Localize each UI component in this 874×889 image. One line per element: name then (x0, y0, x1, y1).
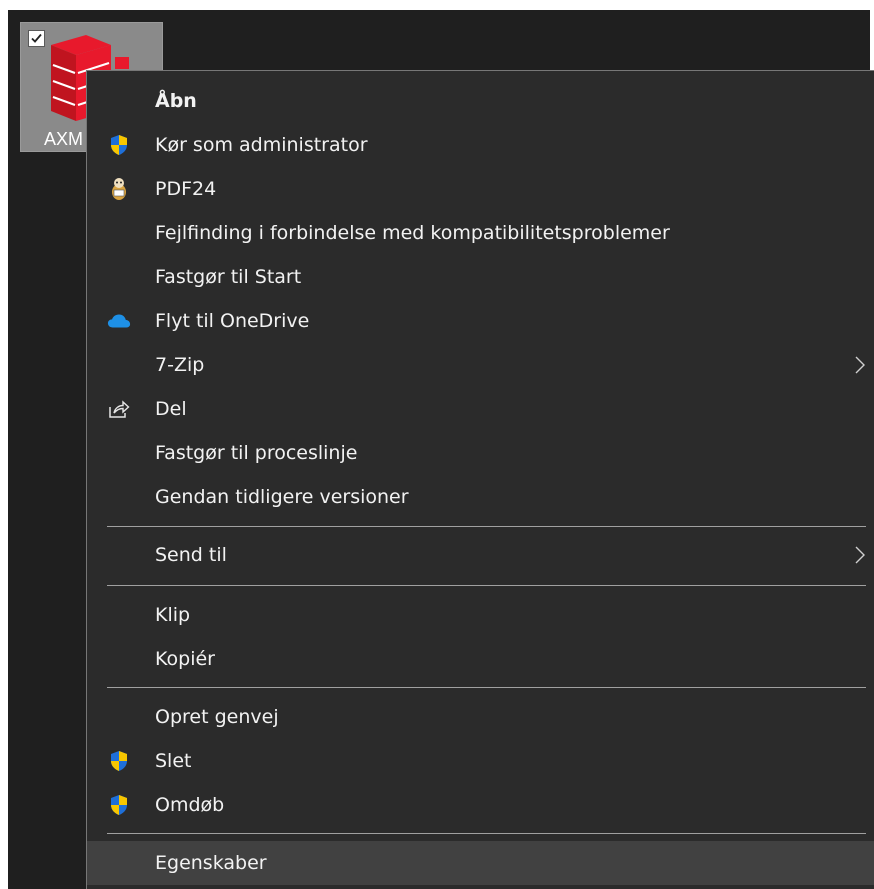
menu-item-7zip[interactable]: 7-Zip (87, 343, 874, 387)
menu-item-pdf24[interactable]: PDF24 (87, 167, 874, 211)
menu-item-restore-previous-versions[interactable]: Gendan tidligere versioner (87, 475, 874, 519)
menu-item-label: Gendan tidligere versioner (155, 486, 409, 508)
menu-item-label: Egenskaber (155, 852, 267, 874)
menu-item-run-as-admin[interactable]: Kør som administrator (87, 123, 874, 167)
menu-item-troubleshoot-compatibility[interactable]: Fejlfinding i forbindelse med kompatibil… (87, 211, 874, 255)
menu-item-properties[interactable]: Egenskaber (87, 841, 874, 885)
chevron-right-icon (855, 356, 865, 374)
onedrive-cloud-icon (107, 309, 131, 333)
menu-item-cut[interactable]: Klip (87, 593, 874, 637)
menu-item-label: Omdøb (155, 794, 225, 816)
menu-separator (107, 833, 866, 834)
menu-separator (107, 585, 866, 586)
uac-shield-icon (107, 793, 131, 817)
menu-item-label: Fastgør til proceslinje (155, 442, 358, 464)
menu-item-label: Send til (155, 544, 227, 566)
menu-item-label: Åbn (155, 90, 197, 112)
menu-item-label: 7-Zip (155, 354, 205, 376)
menu-item-send-to[interactable]: Send til (87, 533, 874, 577)
pdf24-icon (107, 177, 131, 201)
menu-item-pin-to-start[interactable]: Fastgør til Start (87, 255, 874, 299)
menu-item-label: Flyt til OneDrive (155, 310, 310, 332)
uac-shield-icon (107, 133, 131, 157)
menu-item-open[interactable]: Åbn (87, 79, 874, 123)
menu-item-delete[interactable]: Slet (87, 739, 874, 783)
menu-item-share[interactable]: Del (87, 387, 874, 431)
menu-item-label: Fastgør til Start (155, 266, 302, 288)
menu-separator (107, 526, 866, 527)
context-menu: Åbn Kør som administrator PDF24 Fejlfind… (86, 70, 874, 889)
menu-item-copy[interactable]: Kopiér (87, 637, 874, 681)
menu-item-label: Kopiér (155, 648, 215, 670)
chevron-right-icon (855, 546, 865, 564)
menu-item-create-shortcut[interactable]: Opret genvej (87, 695, 874, 739)
menu-item-move-to-onedrive[interactable]: Flyt til OneDrive (87, 299, 874, 343)
menu-item-label: Kør som administrator (155, 134, 368, 156)
menu-item-label: Klip (155, 604, 191, 626)
menu-item-label: Del (155, 398, 187, 420)
share-icon (107, 397, 131, 421)
menu-item-label: PDF24 (155, 178, 217, 200)
menu-item-label: Fejlfinding i forbindelse med kompatibil… (155, 222, 670, 244)
uac-shield-icon (107, 749, 131, 773)
menu-item-label: Opret genvej (155, 706, 279, 728)
menu-separator (107, 687, 866, 688)
menu-item-label: Slet (155, 750, 192, 772)
menu-item-rename[interactable]: Omdøb (87, 783, 874, 827)
menu-item-pin-to-taskbar[interactable]: Fastgør til proceslinje (87, 431, 874, 475)
